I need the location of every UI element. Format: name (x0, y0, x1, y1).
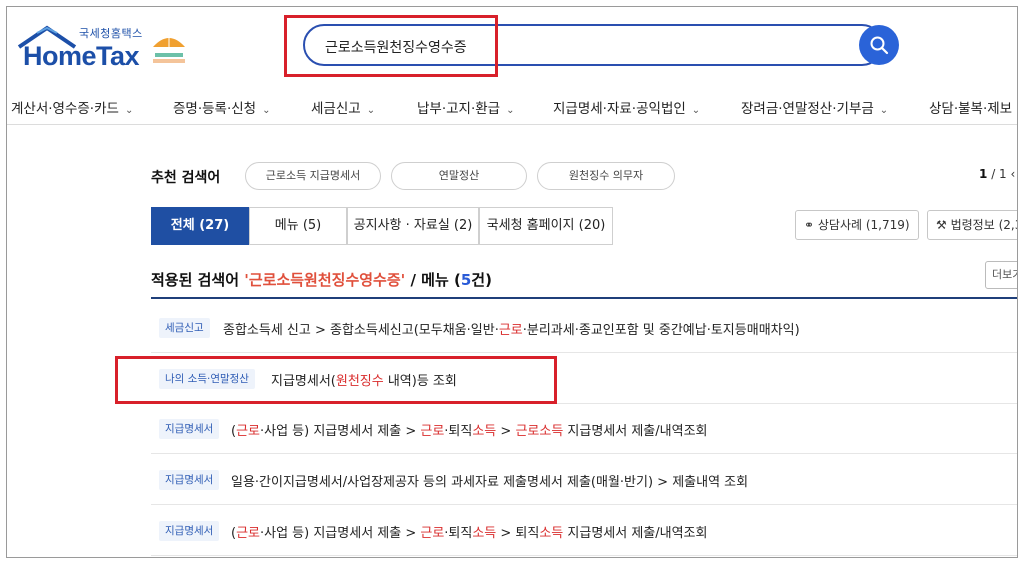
main-nav: 계산서·영수증·카드 ⌄ 증명·등록·신청 ⌄ 세금신고 ⌄ 납부·고지·환급 ⌄ 지급… (7, 91, 1017, 125)
chevron-down-icon: ⌄ (366, 105, 376, 116)
headset-icon: ⚭ (804, 218, 815, 232)
highlighted-term: 소득 (472, 424, 497, 439)
highlighted-term: 근로 (236, 526, 260, 541)
search-highlight-box (284, 15, 498, 77)
recommended-chip[interactable]: 연말정산 (391, 162, 527, 190)
nav-item-incentives[interactable]: 장려금·연말정산·기부금 ⌄ (741, 97, 888, 117)
page-indicator: 1 / 1 ‹ (979, 167, 1015, 181)
hometax-logo[interactable]: 국세청홈택스 HomeTax (15, 25, 195, 73)
result-text: 지급명세서 제출/내역조회 (563, 526, 708, 541)
recommended-label: 추천 검색어 (151, 170, 221, 186)
nav-item-payment[interactable]: 납부·고지·환급 ⌄ (417, 97, 515, 117)
chevron-down-icon: ⌄ (262, 105, 271, 116)
category-badge: 세금신고 (159, 318, 210, 338)
result-text: > 퇴직 (496, 526, 540, 541)
result-title: 적용된 검색어 '근로소득원천징수영수증' / 메뉴 (5건) (151, 269, 492, 290)
highlighted-term: 근로 (498, 323, 523, 338)
category-badge: 지급명세서 (159, 419, 220, 439)
search-icon (870, 36, 889, 55)
nav-label: 상담·불복·제보 (929, 101, 1013, 117)
highlighted-term: 근로 (420, 424, 445, 439)
result-divider (151, 297, 1017, 299)
nav-label: 납부·고지·환급 (417, 101, 501, 117)
chevron-down-icon: ⌄ (506, 105, 515, 116)
result-text: ·사업 등) 지급명세서 제출 > (260, 526, 421, 541)
nav-label: 증명·등록·신청 (173, 101, 257, 117)
highlighted-term: 근로 (236, 424, 260, 439)
result-text: ·분리과세·종교인포함 및 중간예납·토지등매매차익) (522, 323, 800, 338)
tab-all[interactable]: 전체 (27) (151, 207, 249, 245)
tab-nts-homepage[interactable]: 국세청 홈페이지 (20) (479, 207, 613, 245)
recommended-chip[interactable]: 근로소득 지급명세서 (245, 162, 381, 190)
result-row[interactable]: 세금신고 종합소득세 신고 > 종합소득세신고(모두채움·일반·근로·분리과세·… (151, 303, 1017, 353)
nav-label: 계산서·영수증·카드 (11, 101, 119, 117)
page-current: 1 (979, 167, 988, 181)
chevron-left-icon[interactable]: ‹ (1011, 167, 1016, 181)
consult-cases-button[interactable]: ⚭ 상담사례 (1,719) (795, 210, 919, 240)
result-suffix: 건) (471, 271, 492, 289)
law-info-label: 법령정보 (2,3 (950, 218, 1018, 232)
result-text: ·퇴직 (444, 424, 473, 439)
nav-item-tax-filing[interactable]: 세금신고 ⌄ (311, 97, 375, 117)
chevron-down-icon: ⌄ (879, 105, 889, 116)
result-text: 종합소득세 신고 > 종합소득세신고(모두채움·일반· (223, 323, 499, 338)
chevron-down-icon: ⌄ (124, 105, 134, 116)
highlighted-term: 소득 (472, 526, 497, 541)
category-badge: 지급명세서 (159, 521, 220, 541)
tab-menu[interactable]: 메뉴 (5) (249, 207, 347, 245)
tab-notices[interactable]: 공지사항 · 자료실 (2) (347, 207, 479, 245)
result-row[interactable]: 지급명세서 (근로·사업 등) 지급명세서 제출 > 근로·퇴직소득 > 근로소… (151, 404, 1017, 454)
nav-item-invoice[interactable]: 계산서·영수증·카드 ⌄ (11, 97, 133, 117)
consult-cases-label: 상담사례 (1,719) (817, 218, 910, 232)
result-link[interactable]: (근로·사업 등) 지급명세서 제출 > 근로·퇴직소득 > 퇴직소득 지급명세… (231, 522, 707, 541)
logo-subtitle: 국세청홈택스 (79, 27, 143, 40)
result-link[interactable]: 일용·간이지급명세서/사업장제공자 등의 과세자료 제출명세서 제출(매월·반기… (231, 471, 748, 490)
result-query: '근로소득원천징수영수증' (244, 271, 406, 289)
result-prefix: 적용된 검색어 (151, 271, 245, 289)
result-text: ·퇴직 (444, 526, 473, 541)
logo-title: HomeTax (23, 41, 140, 71)
result-row[interactable]: 지급명세서 일용·간이지급명세서/사업장제공자 등의 과세자료 제출명세서 제출… (151, 455, 1017, 505)
nav-item-consult[interactable]: 상담·불복·제보 (929, 97, 1012, 117)
umbrella-icon (153, 33, 185, 63)
highlighted-term: 소득 (539, 526, 564, 541)
more-button[interactable]: 더보기 (985, 261, 1017, 289)
category-badge: 지급명세서 (159, 470, 220, 490)
nav-label: 지급명세·자료·공익법인 (553, 101, 686, 117)
nav-label: 장려금·연말정산·기부금 (741, 101, 874, 117)
result-text: ·사업 등) 지급명세서 제출 > (260, 424, 421, 439)
chevron-down-icon: ⌄ (691, 105, 701, 116)
highlighted-term: 근로 (420, 526, 445, 541)
highlighted-term: 근로소득 (515, 424, 564, 439)
result-text: 지급명세서 제출/내역조회 (563, 424, 708, 439)
screenshot-frame: 국세청홈택스 HomeTax 근로소득원천징수영수증 계산서·영수증·카드 ⌄ 증… (6, 6, 1018, 558)
result-count: 5 (460, 271, 472, 289)
result-highlight-box (115, 356, 557, 404)
result-text: > (496, 424, 516, 439)
search-button[interactable] (859, 25, 899, 65)
nav-item-statements[interactable]: 지급명세·자료·공익법인 ⌄ (553, 97, 700, 117)
result-link[interactable]: 종합소득세 신고 > 종합소득세신고(모두채움·일반·근로·분리과세·종교인포함… (223, 319, 800, 338)
result-mid: / 메뉴 ( (405, 271, 461, 289)
nav-label: 세금신고 (311, 101, 361, 117)
result-link[interactable]: (근로·사업 등) 지급명세서 제출 > 근로·퇴직소득 > 근로소득 지급명세… (231, 420, 708, 439)
law-info-button[interactable]: ⚒ 법령정보 (2,3 (927, 210, 1018, 240)
result-row[interactable]: 지급명세서 (근로·사업 등) 지급명세서 제출 > 근로·퇴직소득 > 퇴직소… (151, 506, 1017, 556)
recommended-chip[interactable]: 원천징수 의무자 (537, 162, 675, 190)
result-text: 일용·간이지급명세서/사업장제공자 등의 과세자료 제출명세서 제출(매월·반기… (231, 475, 749, 490)
page-total: / 1 (991, 167, 1007, 181)
nav-item-certificate[interactable]: 증명·등록·신청 ⌄ (173, 97, 271, 117)
gavel-icon: ⚒ (936, 218, 947, 232)
